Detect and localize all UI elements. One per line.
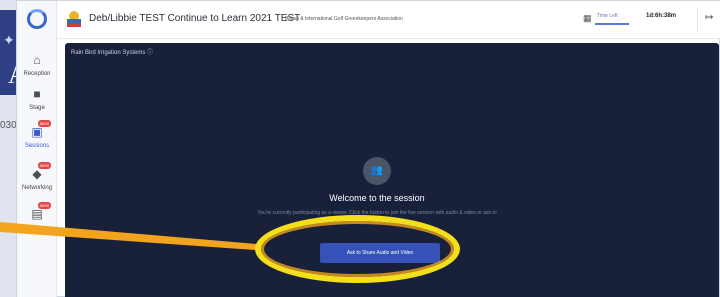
highlight-ellipse-inner (261, 221, 454, 277)
arrow-shaft (0, 222, 257, 250)
